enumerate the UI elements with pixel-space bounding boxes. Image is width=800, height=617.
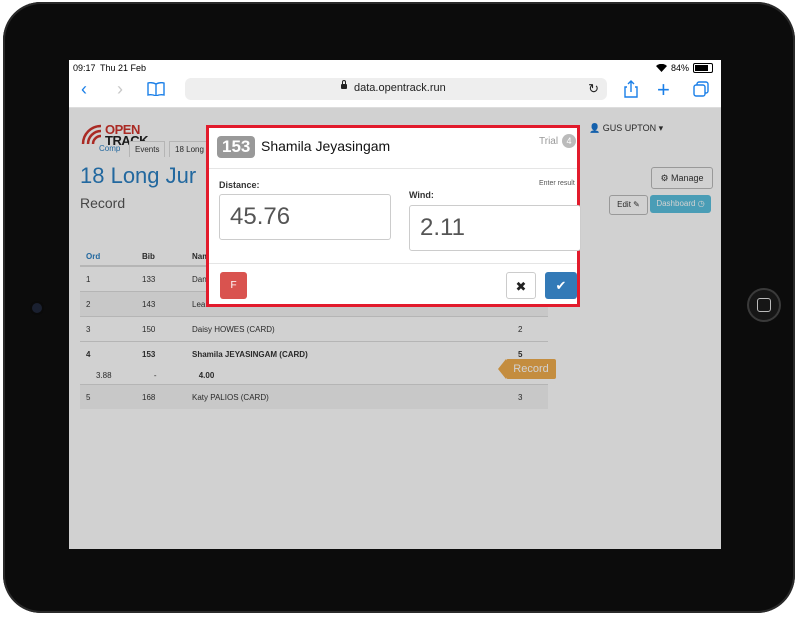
plus-icon[interactable]: + [657,77,670,103]
trial-number-badge: 4 [562,134,576,148]
battery-icon [693,63,713,73]
distance-input[interactable]: 45.76 [219,194,391,240]
bib-badge: 153 [217,136,256,158]
url-bar[interactable]: data.opentrack.run ↻ [185,78,607,100]
athlete-name: Shamila Jeyasingam [261,138,391,154]
camera [32,303,42,313]
status-time: 09:17 [73,63,96,73]
close-icon: ✖ [515,279,527,294]
chevron-left-icon[interactable]: ‹ [81,79,87,100]
cancel-button[interactable]: ✖ [506,272,536,299]
home-button[interactable] [747,288,781,322]
wind-label: Wind: [409,190,434,200]
check-icon: ✔ [555,278,567,293]
status-bar: 09:17 Thu 21 Feb 84% [69,60,721,75]
lock-icon [341,80,347,89]
status-date: Thu 21 Feb [100,63,147,73]
modal-footer: F ✖ ✔ [209,263,577,305]
reload-icon[interactable]: ↻ [588,81,599,97]
distance-label: Distance: [219,180,260,190]
wifi-icon [655,64,667,72]
share-icon[interactable] [624,80,638,98]
trial-label: Trial [539,136,559,147]
screen: 09:17 Thu 21 Feb 84% ‹ › data.opentrack.… [69,60,721,549]
chevron-right-icon[interactable]: › [117,79,123,100]
foul-button[interactable]: F [220,272,247,299]
wind-input[interactable]: 2.11 [409,205,581,251]
browser-toolbar: ‹ › data.opentrack.run ↻ + [69,75,721,108]
tabs-icon[interactable] [693,81,709,97]
enter-result-modal: 153 Shamila Jeyasingam Trial 4 Distance:… [206,125,581,307]
status-right: 84% [655,63,713,73]
battery-percent: 84% [670,63,689,73]
book-icon[interactable] [147,82,165,96]
enter-result-hint: Enter result [539,180,575,187]
home-square-icon [757,298,771,312]
confirm-button[interactable]: ✔ [545,272,577,299]
url-text: data.opentrack.run [354,82,446,94]
modal-header: 153 Shamila Jeyasingam Trial 4 [209,128,577,169]
